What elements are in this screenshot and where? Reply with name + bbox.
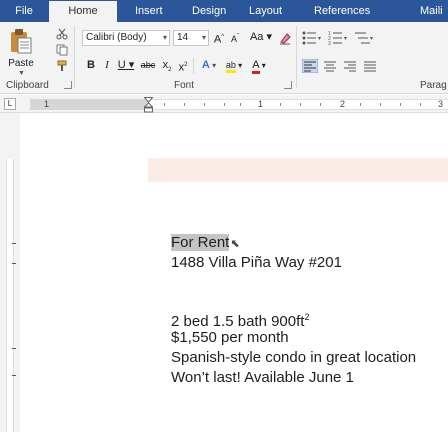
horizontal-ruler[interactable]: L 1 1 2 3 — [0, 95, 448, 113]
text-effects-label: A — [201, 59, 210, 71]
ruler-number: 1 — [44, 99, 50, 109]
ruler-tick — [300, 103, 301, 106]
text-effects-button[interactable]: A ▾ — [198, 58, 220, 74]
ruler-number: 3 — [438, 99, 444, 109]
font-launcher-icon[interactable] — [284, 81, 292, 89]
paste-button[interactable]: Paste ▼ — [4, 26, 38, 77]
ruler-tick — [280, 103, 281, 106]
italic-button[interactable]: I — [100, 58, 114, 74]
ribbon-tab-bar: File Home Insert Design Layout Reference… — [0, 0, 448, 22]
page-header-region — [148, 158, 448, 182]
bullets-icon[interactable]: ▾ — [302, 31, 324, 45]
selected-text[interactable]: For Rent — [171, 234, 230, 251]
clipboard-launcher-icon[interactable] — [64, 81, 72, 89]
font-color-button[interactable]: A ▾ — [248, 58, 270, 74]
ruler-tick — [320, 103, 321, 106]
ruler-tick — [240, 103, 241, 106]
paste-icon — [11, 29, 32, 54]
divider — [193, 58, 194, 74]
align-left-icon[interactable] — [302, 59, 318, 73]
vertical-ruler-track — [6, 159, 14, 432]
tab-file[interactable]: File — [4, 0, 44, 22]
vertical-ruler-tick — [12, 263, 16, 264]
tab-selector-button[interactable]: L — [4, 98, 16, 110]
svg-text:3: 3 — [328, 41, 331, 45]
bold-button[interactable]: B — [84, 58, 98, 74]
font-color-label: A — [252, 59, 260, 74]
document-canvas[interactable]: For Rent⬉ 1488 Villa Piña Way #201 2 bed… — [20, 113, 448, 432]
tab-layout[interactable]: Layout — [249, 0, 282, 22]
chevron-down-icon: ▼ — [18, 70, 25, 77]
vertical-ruler-tick — [12, 243, 16, 244]
divider — [296, 26, 297, 88]
svg-text:▾: ▾ — [344, 36, 347, 42]
ruler-number: 1 — [258, 99, 264, 109]
shrink-font-button[interactable]: Aˇ — [228, 30, 242, 46]
underline-button[interactable]: U ▾ — [116, 58, 136, 74]
document-line[interactable]: For Rent⬉ — [171, 233, 240, 254]
superscript-text: 2 — [304, 312, 310, 322]
justify-icon[interactable] — [362, 59, 378, 73]
tab-design[interactable]: Design — [192, 0, 226, 22]
clear-formatting-icon[interactable] — [278, 31, 292, 45]
superscript-button[interactable]: x2 — [176, 58, 190, 74]
word-window: File Home Insert Design Layout Reference… — [0, 0, 448, 432]
vertical-ruler[interactable] — [0, 113, 20, 432]
format-painter-icon[interactable] — [56, 60, 68, 72]
change-case-label: Aa — [249, 31, 264, 43]
highlight-button[interactable]: ab ▾ — [222, 58, 246, 74]
subscript-button[interactable]: x2 — [160, 58, 174, 74]
paragraph-group-label: Parag — [420, 80, 447, 91]
strikethrough-button[interactable]: abc — [138, 58, 158, 74]
ruler-tick — [380, 103, 381, 106]
ribbon-home: Paste ▼ Clipboard Calibri (Body) ▾ 14 ▾ A^… — [0, 22, 448, 94]
font-name-value: Calibri (Body) — [86, 32, 147, 43]
vertical-ruler-tick — [12, 348, 16, 349]
ruler-tick — [164, 103, 165, 106]
multilevel-list-icon[interactable]: ▾ — [354, 31, 376, 45]
highlight-label: ab — [225, 60, 236, 73]
clipboard-group-label: Clipboard — [6, 80, 49, 91]
document-line[interactable]: $1,550 per month — [171, 328, 289, 347]
svg-text:▾: ▾ — [370, 36, 373, 42]
change-case-button[interactable]: Aa ▾ — [248, 30, 274, 46]
ruler-tick — [224, 103, 225, 106]
align-center-icon[interactable] — [322, 59, 338, 73]
document-line[interactable]: 1488 Villa Piña Way #201 — [171, 253, 342, 272]
divider — [74, 26, 75, 88]
copy-icon[interactable] — [56, 44, 68, 56]
ruler-tick — [204, 103, 205, 106]
grow-font-button[interactable]: A^ — [212, 30, 226, 46]
ruler-tick — [400, 103, 401, 106]
vertical-ruler-tick — [12, 375, 16, 376]
svg-text:▾: ▾ — [318, 36, 321, 42]
align-right-icon[interactable] — [342, 59, 358, 73]
ruler-tick — [420, 103, 421, 106]
cut-icon[interactable] — [56, 28, 68, 40]
ruler-number: 2 — [340, 99, 346, 109]
tab-references[interactable]: References — [314, 0, 370, 22]
ruler-tick — [360, 103, 361, 106]
font-name-select[interactable]: Calibri (Body) ▾ — [82, 30, 170, 46]
paste-label: Paste — [8, 58, 34, 69]
mouse-cursor-icon: ⬉ — [230, 238, 240, 250]
numbering-icon[interactable]: 123 ▾ — [328, 31, 350, 45]
underline-label: U — [117, 59, 126, 71]
tab-home[interactable]: Home — [49, 0, 117, 22]
tab-insert[interactable]: Insert — [135, 0, 163, 22]
ruler-tick — [184, 103, 185, 106]
indent-marker-icon[interactable] — [144, 97, 153, 113]
document-line[interactable]: Spanish-style condo in great location — [171, 348, 416, 367]
font-size-value: 14 — [177, 32, 189, 43]
font-size-select[interactable]: 14 ▾ — [173, 30, 209, 46]
font-group-label: Font — [174, 80, 195, 91]
document-line[interactable]: Won’t last! Available June 1 — [171, 368, 354, 387]
tab-mailings[interactable]: Maili — [420, 0, 443, 22]
